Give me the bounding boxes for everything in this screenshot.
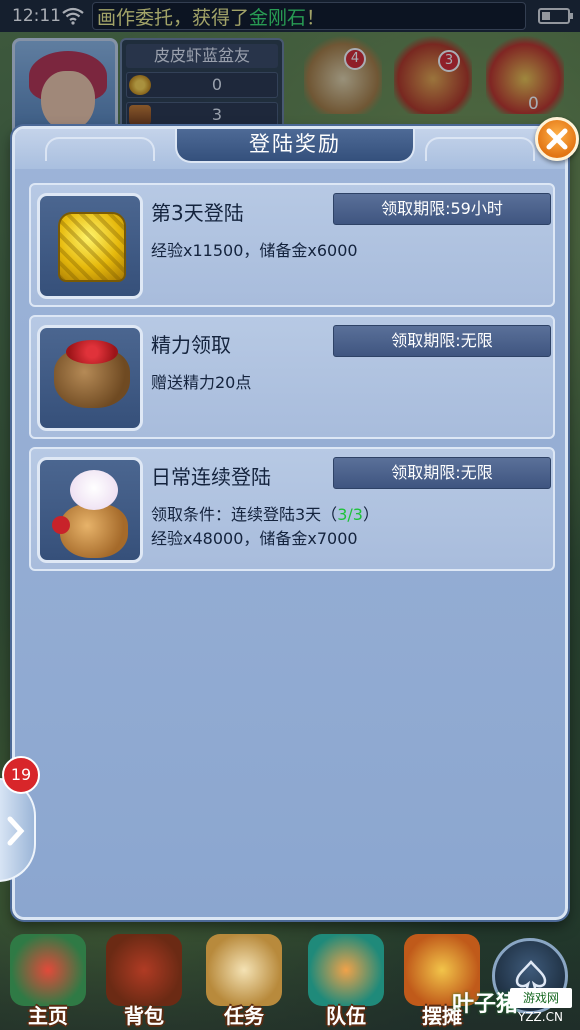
nav-label: 队伍 [326,1004,366,1028]
nav-label: 背包 [124,1004,164,1028]
nav-tasks[interactable]: 任务 [196,934,292,1030]
reward-description: 经验x11500，储备金x6000 [151,241,358,260]
task-scroll-icon [206,934,282,1006]
wine-jar-lid [66,340,118,364]
nav-backpack[interactable]: 背包 [96,934,192,1030]
reward-item-slot[interactable] [37,325,143,431]
watermark-box: 游戏网 [510,988,572,1008]
lucky-cat-bag-icon [60,504,128,558]
streak-progress: 3/3 [337,505,363,524]
dialog-title: 登陆奖励 [249,132,341,156]
reward-title: 精力领取 [151,333,231,357]
nav-team[interactable]: 队伍 [298,934,394,1030]
cloud-ornament-right [425,137,535,161]
reward-description: 经验x48000，储备金x7000 [151,529,358,548]
chevron-right-icon [7,816,25,846]
watermark-logo: 叶子猪 [452,992,519,1017]
cloud-ornament-left [45,137,155,161]
reward-description: 赠送精力20点 [151,373,252,392]
close-button[interactable] [535,117,579,161]
claim-deadline-button[interactable]: 领取期限:59小时 [333,193,551,225]
nav-label: 主页 [28,1004,68,1028]
reward-title: 日常连续登陆 [151,465,271,489]
reward-card-energy[interactable]: 精力领取 领取期限:无限 赠送精力20点 [29,315,555,439]
reward-card-daily-streak[interactable]: 日常连续登陆 领取期限:无限 领取条件：连续登陆3天（3/3） 经验x48000… [29,447,555,571]
login-reward-dialog: 登陆奖励 第3天登陆 领取期限:59小时 经验x11500，储备金x6000 精… [12,117,579,920]
backpack-chest-icon [106,934,182,1006]
condition-text: 领取条件：连续登陆3天（ [151,505,338,524]
dialog-header: 登陆奖励 [15,129,565,169]
reward-title: 第3天登陆 [151,201,244,225]
reward-item-slot[interactable] [37,193,143,299]
home-pavilion-icon [10,934,86,1006]
reward-condition: 领取条件：连续登陆3天（3/3） [151,501,379,525]
ribbon-knot [52,516,70,534]
watermark-url: YZZ.CN [518,1010,563,1024]
lucky-cat-head [70,470,118,510]
team-icon [308,934,384,1006]
nav-home[interactable]: 主页 [0,934,96,1030]
claim-deadline-button[interactable]: 领取期限:无限 [333,457,551,489]
golden-chest-icon [58,212,126,282]
dialog-title-plate: 登陆奖励 [175,129,415,163]
claim-deadline-button[interactable]: 领取期限:无限 [333,325,551,357]
reward-item-slot[interactable] [37,457,143,563]
notification-badge: 19 [2,756,40,794]
site-watermark: 叶子猪 游戏网 YZZ.CN [452,986,576,1026]
close-icon [546,128,568,150]
condition-close: ） [362,505,379,524]
nav-label: 任务 [224,1004,264,1028]
reward-card-day3[interactable]: 第3天登陆 领取期限:59小时 经验x11500，储备金x6000 [29,183,555,307]
